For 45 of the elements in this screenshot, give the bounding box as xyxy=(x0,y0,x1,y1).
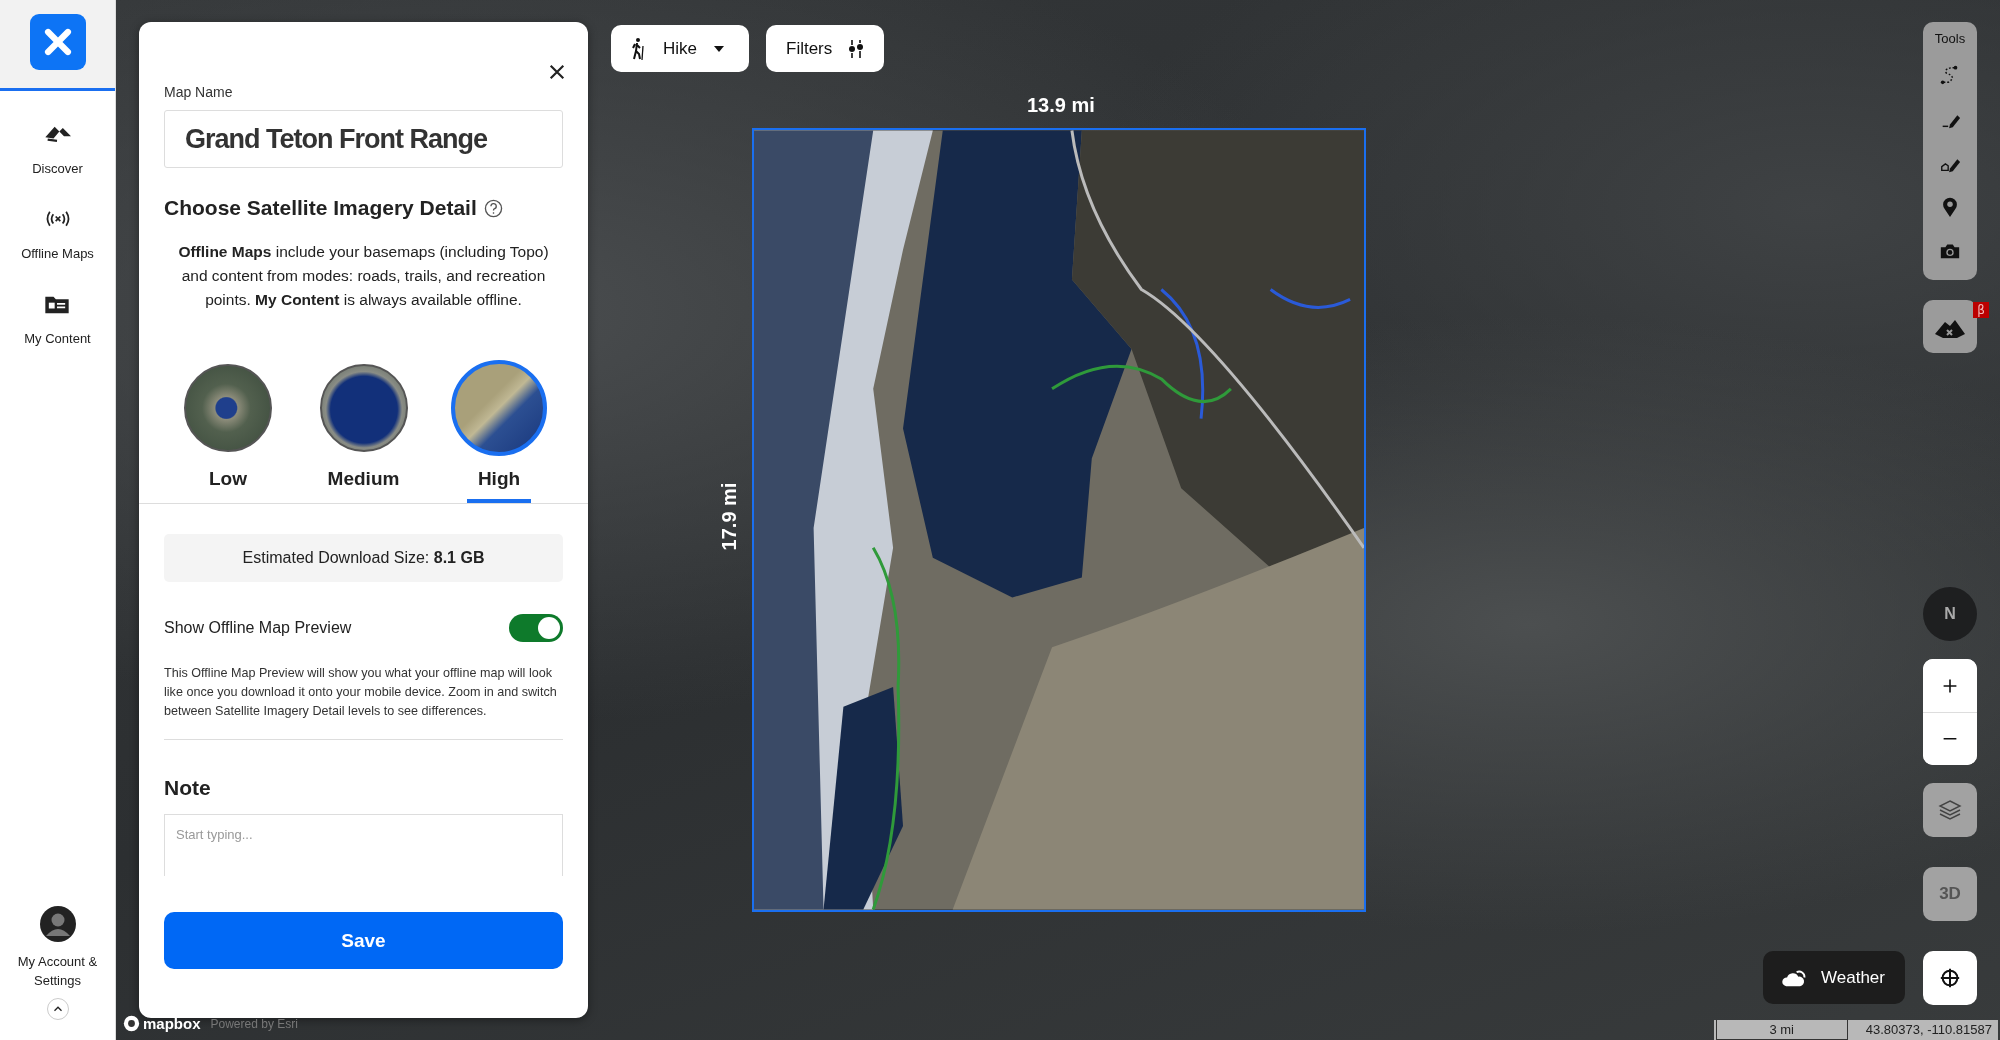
sidebar-item[interactable]: Offline Maps xyxy=(17,202,98,265)
plus-icon xyxy=(1942,677,1958,694)
detail-option[interactable]: Low xyxy=(176,364,280,503)
mapbox-logo[interactable]: mapbox xyxy=(123,1015,201,1032)
account-button[interactable]: My Account & Settings xyxy=(10,904,105,992)
locate-button[interactable] xyxy=(1923,951,1977,1005)
note-field[interactable]: Start typing... xyxy=(164,814,563,876)
coordinates-text: 43.80373, -110.81587 xyxy=(1864,1021,1993,1039)
tools-title: Tools xyxy=(1934,31,1966,46)
filters-button[interactable]: Filters xyxy=(766,25,885,72)
detail-option[interactable]: Medium xyxy=(311,364,416,503)
hiker-icon xyxy=(631,36,647,61)
attribution-text: Powered by Esri xyxy=(210,1016,298,1031)
download-size: Estimated Download Size: 8.1 GB xyxy=(164,534,563,582)
detail-option[interactable]: High xyxy=(447,364,551,503)
compass-button[interactable]: N xyxy=(1923,587,1977,641)
map-name-field[interactable]: Grand Teton Front Range xyxy=(164,110,563,168)
sidebar-item[interactable]: Discover xyxy=(28,117,87,180)
note-heading: Note xyxy=(164,776,212,800)
map-tool-button[interactable] xyxy=(1923,300,1977,353)
save-button[interactable]: Save xyxy=(164,912,563,969)
layers-button[interactable] xyxy=(1923,783,1977,837)
crosshair-icon xyxy=(1939,967,1961,989)
sidebar-item[interactable]: My Content xyxy=(20,287,95,350)
height-label: 17.9 mi xyxy=(718,482,742,551)
field-label: Map Name xyxy=(164,84,234,100)
collapse-button[interactable] xyxy=(46,998,69,1020)
weather-button[interactable]: Weather xyxy=(1763,951,1905,1004)
width-label: 13.9 mi xyxy=(1027,94,1095,117)
avatar-icon xyxy=(39,906,76,942)
preview-note: This Offline Map Preview will show you what your offline map will look like once you download it onto your mobile device. Zoom in and switch between Satellite Imagery Detail levels to see differences. xyxy=(164,665,558,720)
preview-toggle[interactable] xyxy=(509,614,563,642)
section-heading: Choose Satellite Imagery Detail xyxy=(164,196,477,220)
description-text: Offline Maps include your basemaps (including Topo) and content from modes: roads, trails, and recreation points. My Content is always available offline. xyxy=(177,242,550,310)
minus-icon xyxy=(1942,738,1958,740)
help-icon[interactable] xyxy=(483,198,503,218)
layers-icon xyxy=(1938,798,1962,822)
activity-dropdown[interactable]: Hike xyxy=(611,25,749,72)
toggle-label: Show Offline Map Preview xyxy=(164,619,352,637)
scale-bar: 3 mi xyxy=(1715,1020,1848,1040)
beta-badge: β xyxy=(1973,302,1989,318)
close-icon xyxy=(548,63,566,81)
caret-icon xyxy=(713,44,725,53)
zoom-out-button[interactable] xyxy=(1923,712,1977,765)
mapbox-icon xyxy=(123,1015,140,1032)
